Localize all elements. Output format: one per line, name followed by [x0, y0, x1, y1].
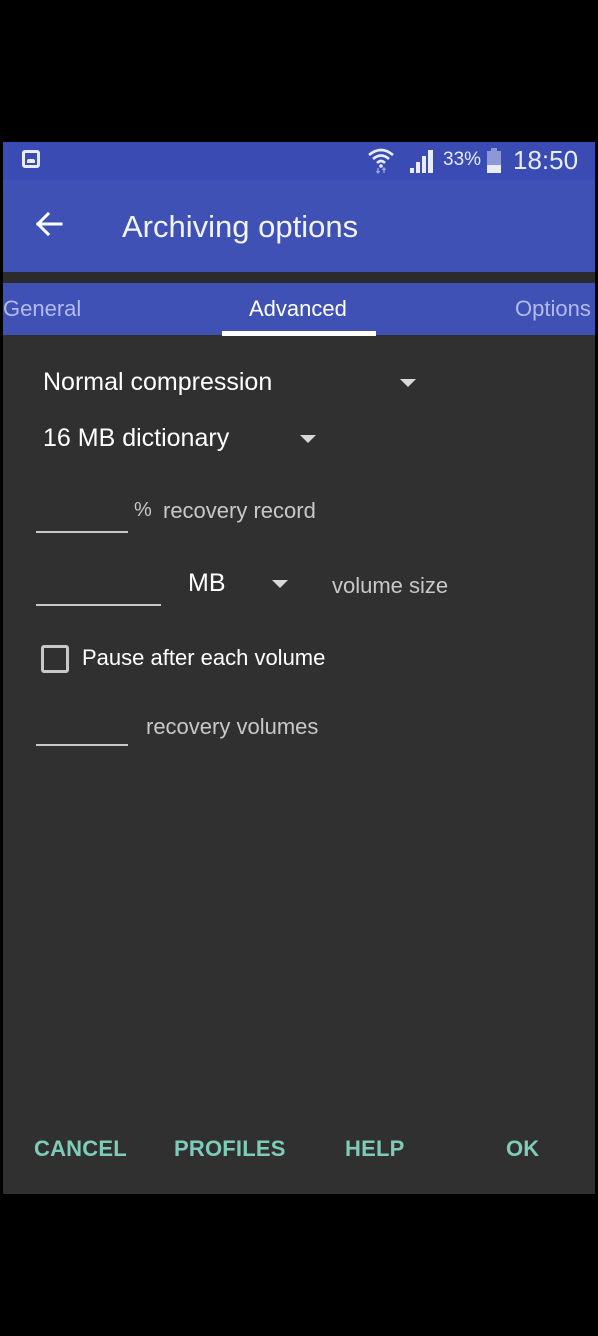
status-bar: 33% 18:50	[3, 142, 595, 180]
page-title: Archiving options	[122, 209, 359, 244]
tab-advanced[interactable]: Advanced	[249, 296, 347, 322]
wifi-icon	[368, 148, 394, 174]
dropdown-arrow-icon	[272, 580, 288, 588]
profiles-button[interactable]: PROFILES	[174, 1136, 286, 1162]
recovery-volumes-label: recovery volumes	[146, 714, 319, 739]
recovery-record-unit: %	[134, 499, 152, 521]
compression-dropdown[interactable]: Normal compression	[43, 368, 423, 400]
battery-icon	[487, 148, 501, 173]
image-icon	[22, 150, 40, 168]
volume-size-label: volume size	[332, 573, 449, 598]
tab-general[interactable]: General	[3, 296, 81, 322]
volume-unit-dropdown[interactable]: MB	[188, 569, 298, 601]
recovery-volumes-input[interactable]	[36, 744, 128, 746]
battery-percent: 33%	[443, 149, 482, 170]
volume-unit-value: MB	[188, 569, 226, 597]
recovery-record-label: recovery record	[163, 498, 316, 523]
app-bar: Archiving options	[3, 180, 595, 272]
tab-bar: General Advanced Options	[3, 283, 595, 335]
selected-tab-indicator	[222, 331, 376, 336]
compression-value: Normal compression	[43, 368, 273, 396]
pause-after-each-volume-checkbox[interactable]	[41, 645, 69, 673]
help-button[interactable]: HELP	[345, 1136, 404, 1162]
tab-options[interactable]: Options	[515, 296, 591, 322]
cancel-button[interactable]: CANCEL	[34, 1136, 127, 1162]
pause-after-each-volume-label[interactable]: Pause after each volume	[82, 645, 325, 671]
ok-button[interactable]: OK	[506, 1136, 539, 1162]
dropdown-arrow-icon	[400, 379, 416, 387]
clock: 18:50	[513, 145, 579, 175]
volume-size-input[interactable]	[36, 604, 161, 606]
cellular-signal-icon	[410, 150, 433, 173]
dropdown-arrow-icon	[300, 435, 316, 443]
arrow-left-icon[interactable]	[33, 208, 65, 240]
archiving-options-screen: 33% 18:50 Archiving options General Adva…	[3, 142, 595, 1194]
app-bar-divider	[3, 272, 595, 283]
dictionary-value: 16 MB dictionary	[43, 424, 230, 452]
recovery-record-input[interactable]	[36, 531, 128, 533]
dictionary-dropdown[interactable]: 16 MB dictionary	[43, 424, 323, 456]
